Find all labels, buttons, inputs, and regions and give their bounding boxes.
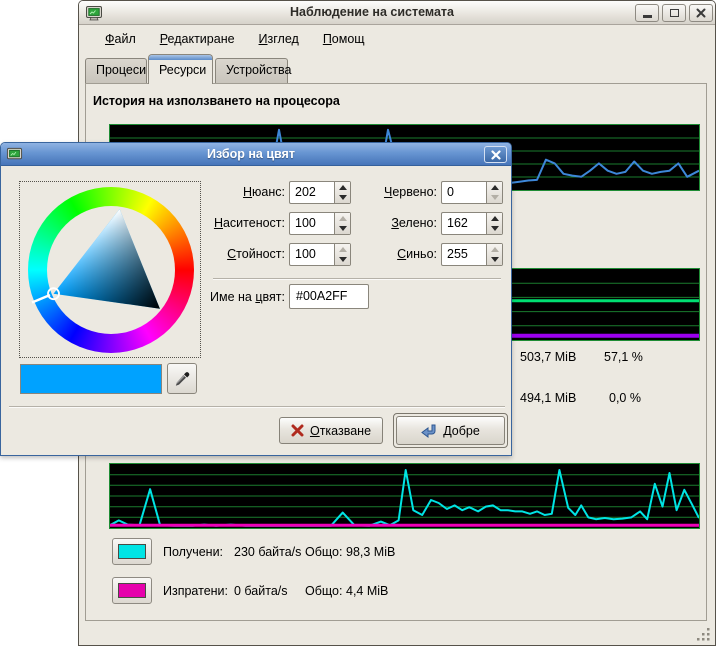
received-color-button[interactable] — [112, 538, 152, 565]
color-picker-dialog: Избор на цвят — [0, 142, 512, 456]
color-name-input[interactable]: #00A2FF — [289, 284, 369, 309]
hue-spinbox[interactable]: 202 — [289, 181, 351, 204]
sent-color-swatch — [118, 583, 146, 598]
eyedropper-button[interactable] — [167, 363, 197, 394]
tab-processes-label: Процеси — [96, 63, 146, 77]
saturation-spinbox[interactable]: 100 — [289, 212, 351, 235]
red-spinbox[interactable]: 0 — [441, 181, 503, 204]
value-spin-up[interactable] — [335, 244, 350, 255]
swap-used-value: 494,1 MiB — [520, 391, 576, 405]
resize-grip[interactable] — [695, 626, 711, 642]
red-spin-up[interactable] — [487, 182, 502, 193]
close-icon — [491, 150, 501, 160]
sent-rate: 0 байта/s — [234, 584, 288, 598]
tab-processes[interactable]: Процеси — [85, 58, 147, 84]
green-label: Зелено: — [357, 212, 437, 230]
hue-spin-up[interactable] — [335, 182, 350, 193]
close-button[interactable] — [689, 4, 713, 22]
red-value[interactable]: 0 — [442, 182, 486, 203]
swap-usage-row: 494,1 MiB 0,0 % — [520, 391, 576, 405]
color-wheel[interactable] — [19, 181, 201, 358]
value-value[interactable]: 100 — [290, 244, 334, 265]
minimize-icon — [643, 15, 652, 18]
menu-help[interactable]: Помощ — [313, 29, 375, 49]
screen: Наблюдение на системата Файл Редактиране… — [0, 0, 717, 647]
memory-used-percent: 57,1 % — [604, 350, 643, 364]
memory-usage-row: 503,7 MiB 57,1 % — [520, 350, 576, 364]
green-spin-down[interactable] — [487, 224, 502, 235]
hue-label: Нюанс: — [161, 181, 285, 199]
network-history-plot — [110, 464, 699, 528]
active-tab-highlight — [149, 55, 212, 60]
cancel-button-label: Отказване — [310, 424, 371, 438]
eyedropper-icon — [174, 371, 190, 387]
sent-color-button[interactable] — [112, 577, 152, 604]
blue-spinbox[interactable]: 255 — [441, 243, 503, 266]
dialog-close-button[interactable] — [484, 146, 507, 163]
value-spin-down[interactable] — [335, 255, 350, 266]
received-total-label: Общо: — [305, 545, 342, 559]
green-spinbox[interactable]: 162 — [441, 212, 503, 235]
ok-button[interactable]: Добре — [396, 416, 505, 445]
cancel-button[interactable]: Отказване — [279, 417, 383, 444]
dialog-titlebar[interactable]: Избор на цвят — [1, 143, 511, 166]
swap-used-percent: 0,0 % — [609, 391, 641, 405]
menu-edit[interactable]: Редактиране — [150, 29, 245, 49]
action-area-separator — [9, 406, 505, 408]
fields-separator — [213, 278, 501, 280]
cpu-history-heading: История на използването на процесора — [93, 94, 340, 108]
sent-total: 4,4 MiB — [346, 584, 388, 598]
sv-triangle[interactable] — [20, 182, 202, 359]
red-label: Червено: — [357, 181, 437, 199]
dialog-title: Избор на цвят — [31, 147, 471, 161]
blue-spin-down[interactable] — [487, 255, 502, 266]
close-icon — [696, 8, 706, 18]
tab-devices[interactable]: Устройства — [215, 58, 288, 84]
saturation-value[interactable]: 100 — [290, 213, 334, 234]
green-spin-up[interactable] — [487, 213, 502, 224]
menubar: Файл Редактиране Изглед Помощ — [79, 26, 715, 52]
hue-spin-down[interactable] — [335, 193, 350, 204]
window-title: Наблюдение на системата — [119, 5, 625, 19]
received-rate: 230 байта/s — [234, 545, 301, 559]
saturation-spin-up[interactable] — [335, 213, 350, 224]
tab-devices-label: Устройства — [226, 63, 291, 77]
received-total: 98,3 MiB — [346, 545, 395, 559]
ok-enter-icon — [421, 424, 437, 438]
blue-spin-up[interactable] — [487, 244, 502, 255]
memory-used-value: 503,7 MiB — [520, 350, 576, 364]
menu-file[interactable]: Файл — [95, 29, 146, 49]
hue-value[interactable]: 202 — [290, 182, 334, 203]
color-preview — [20, 364, 162, 394]
system-monitor-icon — [85, 4, 103, 22]
menu-view[interactable]: Изглед — [249, 29, 309, 49]
ok-button-label: Добре — [443, 424, 480, 438]
color-name-label: Име на цвят: — [161, 286, 285, 304]
main-titlebar[interactable]: Наблюдение на системата — [79, 1, 715, 25]
minimize-button[interactable] — [635, 4, 659, 22]
saturation-spin-down[interactable] — [335, 224, 350, 235]
received-label: Получени: — [163, 545, 223, 559]
maximize-button[interactable] — [662, 4, 686, 22]
blue-value[interactable]: 255 — [442, 244, 486, 265]
network-history-chart — [109, 463, 700, 529]
received-color-swatch — [118, 544, 146, 559]
ok-button-default-ring: Добре — [393, 413, 508, 448]
blue-label: Синьо: — [357, 243, 437, 261]
system-monitor-icon — [6, 146, 23, 163]
tab-resources[interactable]: Ресурси — [148, 54, 213, 84]
value-label: Стойност: — [161, 243, 285, 261]
saturation-label: Наситеност: — [161, 212, 285, 230]
sent-total-label: Общо: — [305, 584, 342, 598]
tab-resources-label: Ресурси — [159, 63, 206, 77]
maximize-icon — [670, 9, 679, 17]
value-spinbox[interactable]: 100 — [289, 243, 351, 266]
green-value[interactable]: 162 — [442, 213, 486, 234]
hue-marker[interactable] — [32, 295, 50, 303]
cancel-icon — [291, 424, 304, 437]
red-spin-down[interactable] — [487, 193, 502, 204]
tab-strip: Процеси Ресурси Устройства — [79, 54, 715, 83]
sent-label: Изпратени: — [163, 584, 228, 598]
